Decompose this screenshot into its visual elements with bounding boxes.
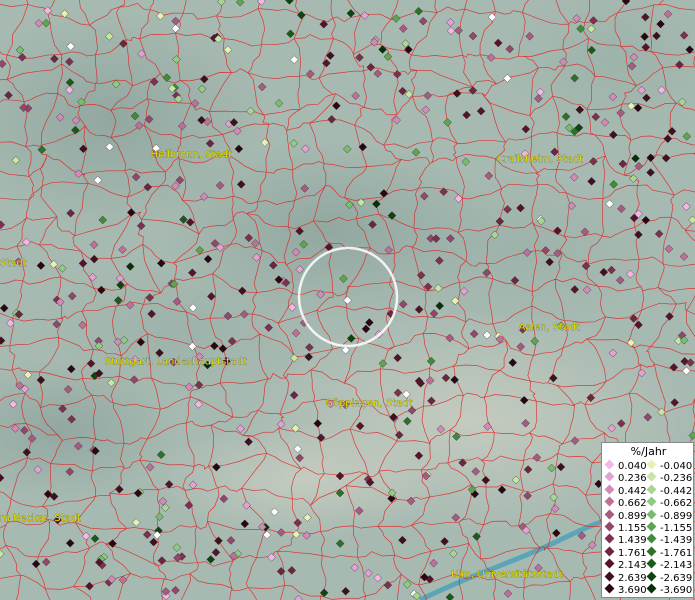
legend-entry-positive: 1.761 <box>604 546 647 559</box>
legend-entry-negative: -0.442 <box>646 484 693 497</box>
legend-entry-negative: -0.040 <box>646 459 693 472</box>
legend-entry-negative: -2.143 <box>646 558 693 572</box>
legend-value: -2.639 <box>660 572 693 584</box>
legend-value: 1.439 <box>618 535 647 547</box>
legend-entry-negative: -1.155 <box>646 521 693 534</box>
legend-entry-positive: 3.690 <box>604 583 647 596</box>
legend-swatch-icon <box>646 471 657 482</box>
legend-value: 0.236 <box>618 473 647 485</box>
legend-value: 0.899 <box>618 510 647 522</box>
legend-swatch-icon <box>604 583 615 594</box>
legend-swatch-icon <box>646 484 657 495</box>
legend-value: -0.899 <box>660 510 693 522</box>
legend-entry-positive: 0.662 <box>604 496 647 510</box>
legend-value: 0.662 <box>618 498 647 510</box>
legend-value: 0.040 <box>618 461 647 472</box>
legend-value: 2.639 <box>618 572 647 584</box>
city-label: Aalen, Stadt <box>518 322 579 333</box>
legend-swatch-icon <box>646 496 657 507</box>
legend-value: 2.143 <box>618 560 647 572</box>
legend-swatch-icon <box>646 546 657 557</box>
legend-swatch-icon <box>604 496 615 507</box>
legend-entry-negative: -0.662 <box>646 496 693 510</box>
legend-entry-positive: 2.143 <box>604 558 647 572</box>
legend-entry-positive: 0.899 <box>604 509 647 522</box>
city-label: Stadt <box>0 258 27 269</box>
legend-swatch-icon <box>646 583 657 594</box>
legend-entry-positive: 0.442 <box>604 484 647 497</box>
legend-swatch-icon <box>604 521 615 532</box>
legend-entry-negative: -3.690 <box>646 583 693 596</box>
legend-value: 1.155 <box>618 523 647 534</box>
legend-swatch-icon <box>646 521 657 532</box>
legend-swatch-icon <box>646 509 657 520</box>
legend-entry-negative: -2.639 <box>646 571 693 584</box>
legend-entry-positive: 0.040 <box>604 459 647 472</box>
legend-swatch-icon <box>604 533 615 544</box>
legend-entry-negative: -0.899 <box>646 509 693 522</box>
legend-entry-positive: 2.639 <box>604 571 647 584</box>
city-label: Crailsheim, Stadt <box>497 154 583 165</box>
legend-swatch-icon <box>604 484 615 495</box>
legend-entry-positive: 0.236 <box>604 471 647 485</box>
legend-swatch-icon <box>646 571 657 582</box>
legend-value: -0.442 <box>660 485 693 497</box>
legend-entry-positive: 1.439 <box>604 533 647 547</box>
legend-value: -1.439 <box>660 535 693 547</box>
legend-value: -0.236 <box>660 473 693 485</box>
legend-swatch-icon <box>646 533 657 544</box>
legend-entry-negative: -0.236 <box>646 471 693 485</box>
legend-value: -1.155 <box>660 523 693 534</box>
legend-swatch-icon <box>646 459 657 470</box>
map-canvas[interactable]: Heilbronn, Stadt Crailsheim, Stadt Stadt Aa… <box>0 0 695 600</box>
legend-swatch-icon <box>604 459 615 470</box>
legend-swatch-icon <box>604 571 615 582</box>
legend-swatch-icon <box>646 558 657 569</box>
map-view[interactable]: Heilbronn, Stadt Crailsheim, Stadt Stadt Aa… <box>0 0 695 600</box>
legend-swatch-icon <box>604 471 615 482</box>
legend-entry-positive: 1.155 <box>604 521 647 534</box>
legend-value: -0.040 <box>660 461 693 472</box>
legend-value: -0.662 <box>660 498 693 510</box>
legend-value: 1.761 <box>618 547 647 559</box>
legend-swatch-icon <box>604 509 615 520</box>
legend-swatch-icon <box>604 558 615 569</box>
city-label: Ulm, Universitätsstadt <box>451 569 563 580</box>
city-label: Göppingen, Stadt <box>325 398 413 409</box>
city-label: Heilbronn, Stadt <box>151 149 232 160</box>
legend-value: 3.690 <box>618 585 647 596</box>
legend-title: %/Jahr <box>630 445 667 458</box>
city-label: Stuttgart, Landeshauptstadt <box>105 357 247 368</box>
legend-value: -3.690 <box>660 585 693 596</box>
legend: %/Jahr 0.040 -0.040 0.236 -0.236 0.442 -0.442… <box>601 442 694 598</box>
legend-entry-negative: -1.439 <box>646 533 693 547</box>
legend-value: -2.143 <box>660 560 693 572</box>
city-label: m Neckar, Stadt <box>0 513 81 524</box>
legend-entry-negative: -1.761 <box>646 546 693 559</box>
legend-value: 0.442 <box>618 485 647 497</box>
legend-swatch-icon <box>604 546 615 557</box>
legend-value: -1.761 <box>660 547 693 559</box>
